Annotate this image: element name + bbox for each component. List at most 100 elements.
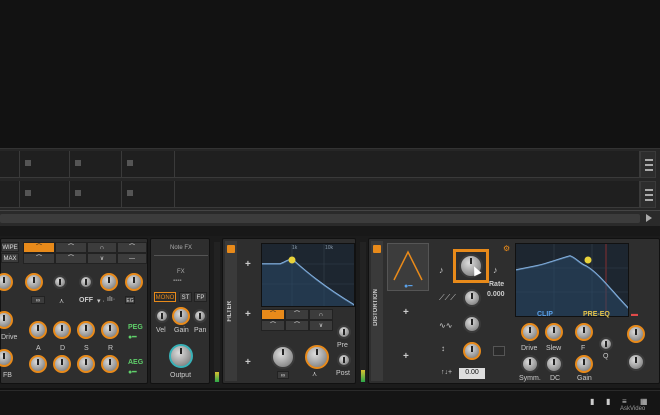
wipe-button[interactable]: WIPE xyxy=(1,242,19,252)
horizontal-scrollbar[interactable] xyxy=(0,210,660,226)
symm-knob[interactable] xyxy=(521,355,539,373)
aeg-release-knob[interactable] xyxy=(101,355,119,373)
clip-slot[interactable] xyxy=(122,151,175,178)
link-icon[interactable]: ∞ xyxy=(277,371,289,379)
osc-small-knob[interactable] xyxy=(53,275,67,289)
arranger-empty-area[interactable] xyxy=(0,0,660,148)
vel-knob[interactable] xyxy=(155,309,169,323)
dropdown-icon[interactable]: ▾ · xyxy=(97,297,105,305)
eq-freq-knob[interactable] xyxy=(575,323,593,341)
rate-knob[interactable] xyxy=(459,254,483,278)
fp-button[interactable]: FP xyxy=(194,292,207,302)
clip-slot[interactable] xyxy=(175,181,640,208)
filter-type-button-1[interactable]: ⌒ xyxy=(261,309,285,320)
add-icon[interactable]: + xyxy=(403,307,409,318)
cutoff-knob[interactable] xyxy=(271,345,295,369)
filter-type-button-4[interactable]: ⌒ xyxy=(261,320,285,331)
clip-slot[interactable] xyxy=(122,181,175,208)
fb-knob[interactable] xyxy=(0,349,13,367)
max-button[interactable]: MAX xyxy=(1,253,19,263)
pan-knob[interactable] xyxy=(193,309,207,323)
distortion-response-graph[interactable] xyxy=(515,243,629,317)
scroll-right-icon[interactable] xyxy=(646,214,652,222)
power-icon[interactable] xyxy=(227,245,235,253)
device-header[interactable]: DISTORTION xyxy=(371,241,383,381)
waveform-button-8[interactable]: — xyxy=(117,253,147,264)
mixer-icon[interactable]: ≡ xyxy=(622,397,627,406)
osc-mix-knob[interactable] xyxy=(25,273,43,291)
aeg-decay-knob[interactable] xyxy=(53,355,71,373)
scrollbar-track[interactable] xyxy=(0,214,640,223)
filter-type-button-3[interactable]: ∩ xyxy=(309,309,333,320)
grid-icon[interactable]: ▦ xyxy=(640,397,648,406)
add-icon[interactable]: + xyxy=(245,309,251,320)
clip-slot[interactable] xyxy=(20,181,70,208)
clip-slot[interactable] xyxy=(70,151,122,178)
device-header[interactable]: FILTER xyxy=(225,241,237,381)
gain-knob[interactable] xyxy=(172,307,190,325)
osc-knob[interactable] xyxy=(0,273,13,291)
eg-button[interactable]: EG xyxy=(125,296,135,304)
waveform-button-4[interactable]: ⌒ xyxy=(117,242,147,253)
clip-slot[interactable] xyxy=(0,181,20,208)
pre-knob[interactable] xyxy=(337,325,351,339)
release-knob[interactable] xyxy=(101,321,119,339)
attack-knob[interactable] xyxy=(29,321,47,339)
drive-knob[interactable] xyxy=(0,311,13,329)
modulator-slot[interactable]: ●━ xyxy=(387,243,429,291)
sync-icon[interactable] xyxy=(493,346,505,356)
waveform-button-3[interactable]: ∩ xyxy=(87,242,117,253)
add-icon[interactable]: + xyxy=(245,259,251,270)
rate-value[interactable]: 0.000 xyxy=(487,291,505,298)
post-eq-knob[interactable] xyxy=(627,325,645,343)
filter-type-button-6[interactable]: ∨ xyxy=(309,320,333,331)
osc-knob-3[interactable] xyxy=(125,273,143,291)
file-icon[interactable]: ▮ xyxy=(590,397,594,406)
clip-slot[interactable] xyxy=(20,151,70,178)
phase-knob[interactable] xyxy=(463,315,481,333)
st-button[interactable]: ST xyxy=(179,292,192,302)
filter-type-button-5[interactable]: ⌒ xyxy=(285,320,309,331)
aeg-attack-knob[interactable] xyxy=(29,355,47,373)
amount-knob[interactable] xyxy=(463,342,481,360)
add-icon[interactable]: + xyxy=(403,351,409,362)
sustain-knob[interactable] xyxy=(77,321,95,339)
eq-gain-knob[interactable] xyxy=(575,355,593,373)
osc-knob-2[interactable] xyxy=(100,273,118,291)
clip-slot[interactable] xyxy=(70,181,122,208)
add-icon[interactable]: + xyxy=(245,357,251,368)
routing-icon[interactable]: ●━ xyxy=(404,282,412,290)
dc-knob[interactable] xyxy=(545,355,563,373)
filter-type-button-2[interactable]: ⌒ xyxy=(285,309,309,320)
waveform-button-2[interactable]: ⌒ xyxy=(55,242,87,253)
shape-knob[interactable] xyxy=(463,289,481,307)
waveform-button-5[interactable]: ⌒ xyxy=(23,253,55,264)
post-eq-knob-2[interactable] xyxy=(627,353,645,371)
post-knob[interactable] xyxy=(337,353,351,367)
eq-q-knob[interactable] xyxy=(599,337,613,351)
power-icon[interactable] xyxy=(373,245,381,253)
waveform-button-1[interactable]: ⌒ xyxy=(23,242,55,253)
aeg-routing-icon[interactable]: ●━ xyxy=(128,368,136,376)
output-knob[interactable] xyxy=(169,344,193,368)
clip-slot[interactable] xyxy=(175,151,640,178)
aeg-sustain-knob[interactable] xyxy=(77,355,95,373)
fx-label[interactable]: FX xyxy=(177,269,185,275)
osc-small-knob-2[interactable] xyxy=(79,275,93,289)
folder-icon[interactable]: ▮ xyxy=(606,397,610,406)
settings-icon[interactable]: ⚙ xyxy=(503,244,510,253)
slew-knob[interactable] xyxy=(545,323,563,341)
offset-value[interactable]: 0.00 xyxy=(459,368,485,379)
clip-slot[interactable] xyxy=(0,151,20,178)
filter-response-graph[interactable]: 1k 10k xyxy=(261,243,355,307)
decay-knob[interactable] xyxy=(53,321,71,339)
link-icon[interactable]: ∞ xyxy=(31,296,45,304)
waveform-button-6[interactable]: ⌒ xyxy=(55,253,87,264)
drive-knob[interactable] xyxy=(521,323,539,341)
mono-button[interactable]: MONO xyxy=(154,292,176,302)
waveform-button-7[interactable]: ∨ xyxy=(87,253,117,264)
off-label[interactable]: OFF xyxy=(79,297,93,304)
resonance-knob[interactable] xyxy=(305,345,329,369)
menu-icon[interactable] xyxy=(640,151,656,178)
menu-icon[interactable] xyxy=(640,181,656,208)
